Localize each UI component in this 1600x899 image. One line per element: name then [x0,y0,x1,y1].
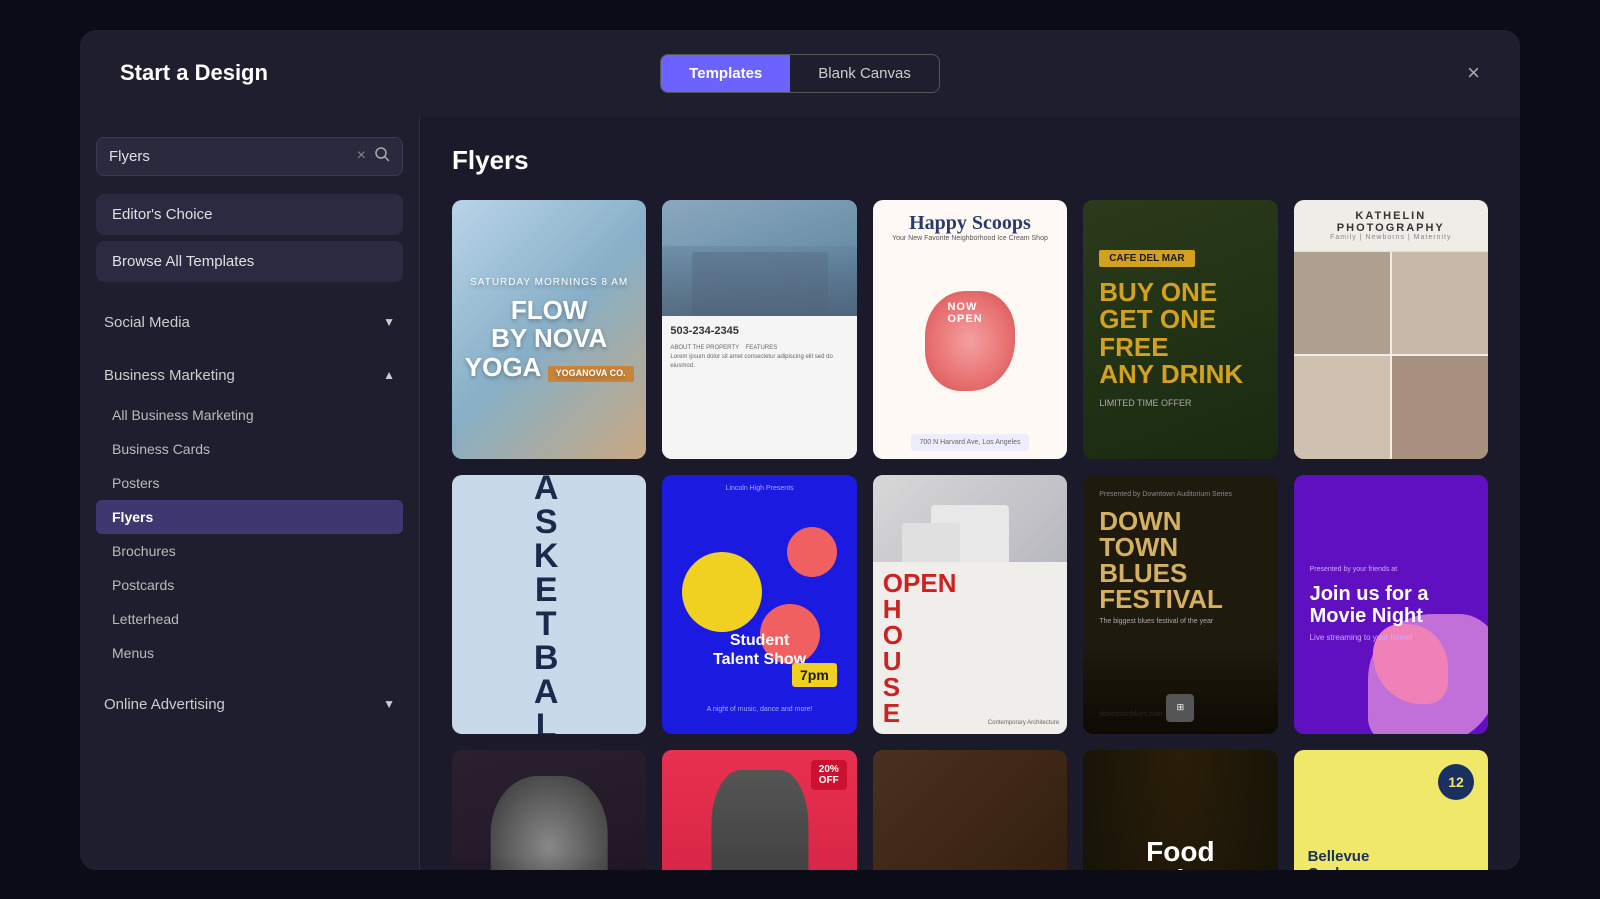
template-card-dark-portrait[interactable] [452,750,646,870]
card-inner: FoodDriveFor [1083,750,1277,870]
online-advertising-label: Online Advertising [104,696,225,713]
card-inner: Lincoln High Presents StudentTalent Show… [662,475,856,734]
modal-body: × Editor's Choice Browse All Templates S… [80,117,1520,870]
card-inner [452,750,646,870]
card-inner: SATURDAY MORNINGS 8 AM FLOWBY NOVAYOGA Y… [452,200,646,459]
template-card-house[interactable]: 503-234-2345 ABOUT THE PROPERTY FEATURES… [662,200,856,459]
modal-header: Start a Design Templates Blank Canvas × [80,30,1520,117]
card-inner: 503-234-2345 ABOUT THE PROPERTY FEATURES… [662,200,856,459]
card-inner: Presented by your friends at Join us for… [1294,475,1488,734]
template-card-talent-show[interactable]: Lincoln High Presents StudentTalent Show… [662,475,856,734]
yoga-content: SATURDAY MORNINGS 8 AM FLOWBY NOVAYOGA Y… [465,277,634,382]
all-business-marketing-item[interactable]: All Business Marketing [96,398,403,432]
tab-templates[interactable]: Templates [661,55,790,92]
templates-grid: SATURDAY MORNINGS 8 AM FLOWBY NOVAYOGA Y… [452,200,1488,870]
house-image [662,200,856,317]
editors-choice-button[interactable]: Editor's Choice [96,194,403,235]
business-marketing-header[interactable]: Business Marketing ▲ [96,357,403,394]
postcards-item[interactable]: Postcards [96,568,403,602]
template-card-photography[interactable]: KATHELIN PHOTOGRAPHY Family | Newborns |… [1294,200,1488,459]
modal-title: Start a Design [120,60,268,86]
template-card-cyclers[interactable]: 12 🌿 🚲 BellevueCyclersClub Ride with us … [1294,750,1488,870]
template-card-sale[interactable]: 20%OFF Shop Now [662,750,856,870]
business-cards-item[interactable]: Business Cards [96,432,403,466]
card-inner: 20%OFF Shop Now [662,750,856,870]
modal: Start a Design Templates Blank Canvas × … [80,30,1520,870]
search-icon-button[interactable] [374,146,390,167]
template-card-basketball[interactable]: WILSON HIGH SCHOOL BASKETBALL FRIDAY SEP… [452,475,646,734]
card-inner: Community Outreach [873,750,1067,870]
business-marketing-section: Business Marketing ▲ All Business Market… [96,357,403,670]
posters-item[interactable]: Posters [96,466,403,500]
card-inner: 12 🌿 🚲 BellevueCyclersClub Ride with us … [1294,750,1488,870]
social-media-chevron: ▼ [383,315,395,329]
template-card-ice-cream[interactable]: Happy Scoops Your New Favorite Neighborh… [873,200,1067,459]
template-card-downtown-blues[interactable]: Presented by Downtown Auditorium Series … [1083,475,1277,734]
browse-all-templates-button[interactable]: Browse All Templates [96,241,403,282]
flyers-item[interactable]: Flyers [96,500,403,534]
online-advertising-section: Online Advertising ▼ [96,686,403,723]
tab-group: Templates Blank Canvas [660,54,940,93]
template-card-yoga-flow[interactable]: SATURDAY MORNINGS 8 AM FLOWBY NOVAYOGA Y… [452,200,646,459]
social-media-header[interactable]: Social Media ▼ [96,304,403,341]
business-marketing-chevron: ▲ [383,368,395,382]
search-icon [374,146,390,162]
template-card-food-drive[interactable]: FoodDriveFor [1083,750,1277,870]
online-advertising-chevron: ▼ [383,697,395,711]
main-content: Flyers SATURDAY MORNINGS 8 AM FLOWBY NOV… [420,117,1520,870]
online-advertising-header[interactable]: Online Advertising ▼ [96,686,403,723]
tab-blank-canvas[interactable]: Blank Canvas [790,55,939,92]
business-marketing-label: Business Marketing [104,367,235,384]
brochures-item[interactable]: Brochures [96,534,403,568]
search-clear-button[interactable]: × [357,148,366,164]
social-media-section: Social Media ▼ [96,304,403,341]
template-card-cafe-del-mar[interactable]: CAFE DEL MAR BUY ONEGET ONEFREEANY DRINK… [1083,200,1277,459]
card-inner: OPENHOUSE Contemporary Architecture [873,475,1067,734]
card-inner: WILSON HIGH SCHOOL BASKETBALL FRIDAY SEP… [452,475,646,734]
social-media-label: Social Media [104,314,190,331]
photo-grid [1294,252,1488,459]
business-marketing-sub-items: All Business Marketing Business Cards Po… [96,398,403,670]
search-bar: × [96,137,403,176]
sidebar: × Editor's Choice Browse All Templates S… [80,117,420,870]
modal-overlay: Start a Design Templates Blank Canvas × … [0,0,1600,899]
template-card-movie-night[interactable]: Presented by your friends at Join us for… [1294,475,1488,734]
house-body: 503-234-2345 ABOUT THE PROPERTY FEATURES… [662,316,856,459]
letterhead-item[interactable]: Letterhead [96,602,403,636]
card-inner: CAFE DEL MAR BUY ONEGET ONEFREEANY DRINK… [1083,200,1277,459]
template-card-community[interactable]: Community Outreach [873,750,1067,870]
close-button[interactable]: × [1467,62,1480,84]
section-title: Flyers [452,145,1488,176]
template-card-open-house[interactable]: OPENHOUSE Contemporary Architecture [873,475,1067,734]
search-input[interactable] [109,148,349,165]
card-inner: Happy Scoops Your New Favorite Neighborh… [873,200,1067,459]
menus-item[interactable]: Menus [96,636,403,670]
photo-header: KATHELIN PHOTOGRAPHY Family | Newborns |… [1294,200,1488,252]
